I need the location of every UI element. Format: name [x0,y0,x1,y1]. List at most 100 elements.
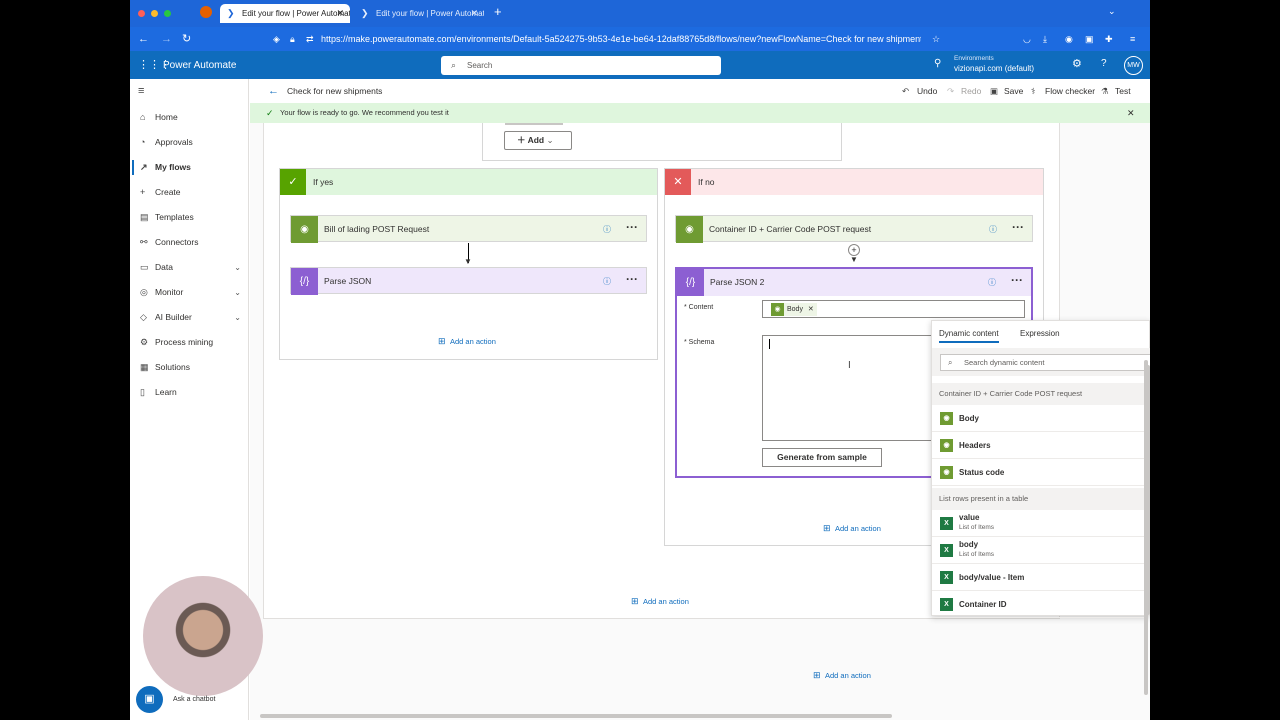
lock-icon[interactable]: 🔒︎ [290,27,295,51]
sidebar-item-learn[interactable]: ▯ Learn [130,380,249,405]
add-action-link[interactable]: ⊞ Add an action [631,591,689,609]
pocket-icon[interactable]: ◡ [1023,27,1031,51]
close-window-icon[interactable] [138,10,145,17]
flow-checker-icon[interactable]: ⚕ [1031,79,1036,103]
back-icon[interactable]: ← [138,27,149,51]
settings-gear-icon[interactable]: ⚙ [1072,57,1082,70]
http-icon: ◉ [771,303,784,316]
downloads-icon[interactable]: ⤓ [1043,27,1047,51]
chevron-down-icon[interactable]: ⌄ [234,305,241,330]
sidebar-item-process-mining[interactable]: ⚙ Process mining [130,330,249,355]
dynamic-item[interactable]: ◉ Body [932,405,1144,432]
sidebar-item-monitor[interactable]: ◎ Monitor ⌄ [130,280,249,305]
account-icon[interactable]: ◉ [1065,27,1073,51]
sidebar-item-create[interactable]: + Create [130,180,249,205]
reload-icon[interactable]: ↻ [182,27,191,51]
maximize-window-icon[interactable] [164,10,171,17]
menu-icon[interactable]: ≡ [1130,27,1135,51]
help-icon[interactable]: ⓘ [988,269,996,296]
more-options-icon[interactable]: ··· [1011,267,1023,294]
dynamic-item[interactable]: ◉ Status code [932,459,1144,486]
sidebar-item-approvals[interactable]: ◔ Approvals [130,130,249,155]
forward-icon[interactable]: → [161,27,172,51]
dynamic-item[interactable]: X Container ID [932,591,1144,618]
sidebar-item-home[interactable]: ⌂ Home [130,105,249,130]
undo-icon[interactable]: ↶ [902,79,909,103]
tab-dynamic-content[interactable]: Dynamic content [939,329,999,343]
app-name[interactable]: Power Automate [163,60,236,71]
redo-icon[interactable]: ↷ [947,79,954,103]
save-icon[interactable]: ▣ [990,79,998,103]
add-action-link[interactable]: ⊞ Add an action [813,665,871,683]
close-tab-icon[interactable]: ✕ [470,4,478,23]
redo-button[interactable]: Redo [961,79,981,103]
add-action-link[interactable]: ⊞ Add an action [823,518,881,536]
undo-button[interactable]: Undo [917,79,937,103]
environment-icon[interactable]: ⚲ [934,58,941,69]
dynamic-item[interactable]: Xvalue List of Items [932,510,1144,537]
sidebar-item-my-flows[interactable]: ↗ My flows [130,155,249,180]
extension-icon[interactable]: ▣ [1085,27,1094,51]
body-token[interactable]: ◉ Body ✕ [771,303,817,316]
back-arrow-icon[interactable]: ← [268,79,279,103]
avatar[interactable]: MW [1124,56,1143,75]
vertical-scrollbar[interactable] [1144,360,1148,695]
more-options-icon[interactable]: ··· [1012,214,1024,241]
bill-of-lading-action[interactable]: ◉ Bill of lading POST Request ⓘ ··· [290,214,647,243]
help-icon[interactable]: ⓘ [603,216,611,243]
tab-expression[interactable]: Expression [1020,329,1060,338]
if-no-header[interactable]: ✕ If no [665,169,1043,195]
remove-token-icon[interactable]: ✕ [808,306,814,313]
sidebar-item-solutions[interactable]: ▦ Solutions [130,355,249,380]
parse-json-action[interactable]: {/} Parse JSON ⓘ ··· [290,266,647,295]
test-button[interactable]: Test [1115,79,1131,103]
close-banner-icon[interactable]: ✕ [1127,103,1135,123]
sidebar-item-connectors[interactable]: ⚯ Connectors [130,230,249,255]
dynamic-search-input[interactable]: ⌕ Search dynamic content [940,354,1150,371]
tab-list-chevron-icon[interactable]: ⌄ [1108,6,1116,17]
chevron-down-icon[interactable]: ⌄ [234,280,241,305]
dynamic-item[interactable]: Xbody List of Items [932,537,1144,564]
generate-from-sample-button[interactable]: Generate from sample [762,448,882,467]
url-field[interactable]: https://make.powerautomate.com/environme… [321,27,921,51]
if-yes-header[interactable]: ✓ If yes [280,169,657,195]
more-options-icon[interactable]: ··· [626,214,638,241]
help-icon[interactable]: ⓘ [989,216,997,243]
chevron-down-icon[interactable]: ⌄ [234,255,241,280]
chatbot-icon[interactable]: ▣ [136,686,163,713]
extensions-icon[interactable]: ✚ [1105,27,1113,51]
dynamic-item[interactable]: Xbody/value - Item [932,564,1144,591]
save-button[interactable]: Save [1004,79,1023,103]
container-id-action[interactable]: ◉ Container ID + Carrier Code POST reque… [675,214,1033,243]
bookmark-star-icon[interactable]: ☆ [932,27,940,51]
environment-name[interactable]: vizionapi.com (default) [954,64,1034,73]
flow-checker-button[interactable]: Flow checker [1045,79,1095,103]
new-tab-button[interactable]: + [494,4,502,19]
dynamic-item[interactable]: ◉ Headers [932,432,1144,459]
add-action-link[interactable]: ⊞ Add an action [438,331,496,349]
parse-json-2-header[interactable]: {/} Parse JSON 2 ⓘ ··· [677,269,1031,296]
plus-icon: + [140,187,146,197]
help-icon[interactable]: ? [1101,58,1107,69]
sidebar-item-templates[interactable]: ▤ Templates [130,205,249,230]
add-button[interactable]: ＋ Add ⌄ [504,131,572,150]
horizontal-scrollbar[interactable] [260,714,892,718]
command-bar: ← Check for new shipments ↶ Undo ↷ Redo … [250,79,1150,103]
minimize-window-icon[interactable] [151,10,158,17]
http-icon: ◉ [940,439,953,452]
tab-inactive[interactable]: ❯ Edit your flow | Power Automate ✕ [354,4,484,23]
sidebar-item-ai-builder[interactable]: ◇ AI Builder ⌄ [130,305,249,330]
test-icon[interactable]: ⚗ [1101,79,1109,103]
sidebar-item-data[interactable]: ▭ Data ⌄ [130,255,249,280]
shield-icon[interactable]: ◈ [273,27,280,51]
content-field[interactable]: ◉ Body ✕ [762,300,1025,318]
help-icon[interactable]: ⓘ [603,268,611,295]
hamburger-icon[interactable]: ≡ [138,85,144,97]
schema-field[interactable]: I [762,335,933,441]
item-label: Container ID [959,600,1007,609]
permissions-icon[interactable]: ⇄ [306,27,314,51]
search-input[interactable]: ⌕ Search [441,56,721,75]
more-options-icon[interactable]: ··· [626,266,638,293]
tab-active[interactable]: ❯ Edit your flow | Power Automate ✕ [220,4,350,23]
close-tab-icon[interactable]: ✕ [336,4,344,23]
